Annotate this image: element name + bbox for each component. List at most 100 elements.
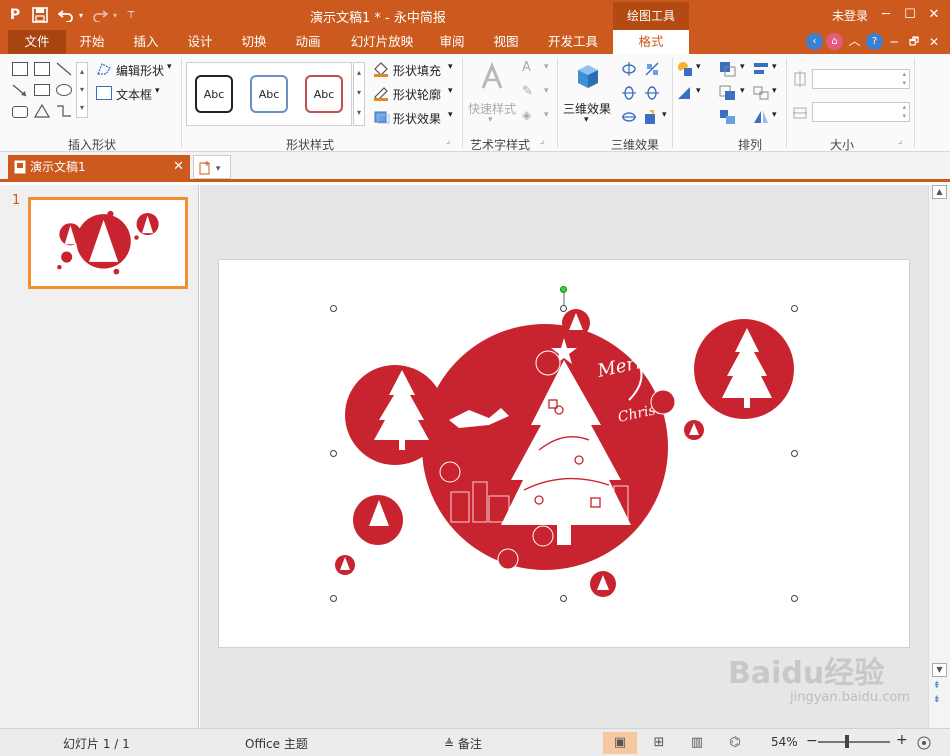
reading-view-button[interactable]: ▥ <box>680 732 714 754</box>
new-document-button[interactable]: ▾ <box>193 155 231 179</box>
scroll-up-icon[interactable]: ▲ <box>932 185 947 199</box>
doc-minimize-button[interactable]: ─ <box>884 32 904 52</box>
shape-style-scroll-icon[interactable]: ▴ ▾ ▾ <box>353 62 365 126</box>
collapse-ribbon-icon[interactable]: ︿ <box>846 33 863 50</box>
redo-dropdown-icon[interactable]: ▾ <box>110 5 120 25</box>
slide-sorter-view-button[interactable]: ⊞ <box>642 732 676 754</box>
tab-transitions[interactable]: 切换 <box>234 30 274 54</box>
vertical-textbox-shape-icon[interactable] <box>34 62 50 76</box>
tab-format[interactable]: 格式 <box>613 30 689 54</box>
app-logo-icon: P <box>9 7 21 23</box>
tab-file[interactable]: 文件 <box>8 30 66 54</box>
textbox-shape-icon[interactable] <box>12 62 28 76</box>
shape-style-black[interactable]: Abc <box>195 75 233 113</box>
tab-review[interactable]: 审阅 <box>432 30 472 54</box>
resize-handle-bottom-right[interactable] <box>791 595 798 602</box>
arrow-shape-icon[interactable] <box>12 84 28 98</box>
doc-restore-button[interactable]: 🗗 <box>904 32 924 52</box>
shape-style-blue[interactable]: Abc <box>250 75 288 113</box>
rounded-rect-shape-icon[interactable] <box>12 106 28 118</box>
tilt-down-icon[interactable] <box>644 61 660 77</box>
align-icon <box>754 63 768 74</box>
home-icon[interactable]: ⌂ <box>826 33 843 50</box>
save-icon[interactable] <box>30 5 50 25</box>
tab-developer[interactable]: 开发工具 <box>540 30 606 54</box>
help-icon[interactable]: ? <box>866 33 883 50</box>
slideshow-view-button[interactable]: ⌬ <box>718 732 752 754</box>
shape-height-input[interactable]: ▴ ▾ <box>812 69 910 89</box>
shape-width-input[interactable]: ▴ ▾ <box>812 102 910 122</box>
slide-thumbnail[interactable] <box>28 197 188 289</box>
zoom-in-icon[interactable]: + <box>896 732 908 748</box>
three-d-effect-dropdown-icon: ▾ <box>584 115 589 125</box>
resize-handle-right[interactable] <box>791 450 798 457</box>
group-dropdown-icon: ▾ <box>772 86 777 96</box>
normal-view-button[interactable]: ▣ <box>603 732 637 754</box>
next-slide-icon[interactable]: ⇟ <box>933 695 941 705</box>
zoom-slider-knob[interactable] <box>845 735 849 748</box>
christmas-graphic[interactable]: Merry Christmas <box>219 260 911 649</box>
shape-gallery-scroll-icon[interactable]: ▴ ▾ ▾ <box>76 62 88 118</box>
rotation-handle[interactable] <box>560 286 567 293</box>
shape-style-gallery[interactable]: Abc Abc Abc <box>186 62 352 126</box>
selection-pane-icon[interactable] <box>719 109 737 125</box>
shape-effects-label: 形状效果 <box>393 112 442 126</box>
tab-view[interactable]: 视图 <box>486 30 526 54</box>
drawing-tools-tab[interactable]: 绘图工具 <box>613 2 689 30</box>
fit-to-window-icon[interactable] <box>916 735 932 751</box>
art-text-launcher-icon[interactable]: ⌟ <box>540 136 544 146</box>
tab-design[interactable]: 设计 <box>180 30 220 54</box>
zoom-level[interactable]: 54% <box>771 735 798 749</box>
rotate-3d-icon[interactable] <box>621 109 637 125</box>
resize-handle-top-left[interactable] <box>330 305 337 312</box>
undo-dropdown-icon[interactable]: ▾ <box>76 5 86 25</box>
shape-style-red[interactable]: Abc <box>305 75 343 113</box>
oval-shape-icon[interactable] <box>56 84 72 96</box>
resize-handle-bottom-left[interactable] <box>330 595 337 602</box>
previous-slide-icon[interactable]: ⇞ <box>933 681 941 691</box>
document-tab-close-icon[interactable]: ✕ <box>173 155 184 179</box>
vertical-scrollbar[interactable]: ▲ ▼ ⇞ ⇟ <box>928 185 950 728</box>
height-spin-icon[interactable]: ▴ ▾ <box>902 70 906 88</box>
shape-styles-launcher-icon[interactable]: ⌟ <box>446 136 450 146</box>
zoom-slider[interactable] <box>818 741 890 743</box>
minimize-button[interactable]: ─ <box>876 5 896 25</box>
document-tab[interactable]: 演示文稿1 ✕ <box>8 155 190 179</box>
tab-insert[interactable]: 插入 <box>126 30 166 54</box>
close-button[interactable]: ✕ <box>924 5 944 25</box>
resize-handle-left[interactable] <box>330 450 337 457</box>
notes-toggle[interactable]: ≜ 备注 <box>444 735 482 752</box>
slide[interactable]: Merry Christmas <box>218 259 910 648</box>
width-icon <box>793 107 807 119</box>
customize-toolbar-icon[interactable]: ⊤ <box>124 5 138 25</box>
rectangle-shape-icon[interactable] <box>34 84 50 96</box>
login-link[interactable]: 未登录 <box>832 7 868 24</box>
back-icon[interactable]: ‹ <box>806 33 823 50</box>
width-spin-icon[interactable]: ▴ ▾ <box>902 103 906 121</box>
redo-icon[interactable] <box>90 5 110 25</box>
tab-home[interactable]: 开始 <box>72 30 112 54</box>
send-backward-dropdown-icon: ▾ <box>740 86 745 96</box>
text-effects-icon: ◈ <box>522 108 532 122</box>
tilt-up-icon[interactable] <box>621 61 637 77</box>
baidu-watermark-url: jingyan.baidu.com <box>790 690 910 705</box>
line-shape-icon[interactable] <box>56 62 72 76</box>
triangle-shape-icon[interactable] <box>34 104 50 118</box>
bring-forward-icon <box>720 62 736 77</box>
undo-icon[interactable] <box>56 5 76 25</box>
tab-animations[interactable]: 动画 <box>288 30 328 54</box>
resize-handle-top[interactable] <box>560 305 567 312</box>
shape-outline-dropdown-icon: ▾ <box>448 86 453 96</box>
connector-shape-icon[interactable] <box>56 104 72 118</box>
resize-handle-bottom[interactable] <box>560 595 567 602</box>
scroll-down-icon[interactable]: ▼ <box>932 663 947 677</box>
doc-close-button[interactable]: ✕ <box>924 32 944 52</box>
shape-styles-group-label: 形状样式 <box>285 138 334 152</box>
tilt-left-icon[interactable] <box>621 85 637 101</box>
size-launcher-icon[interactable]: ⌟ <box>898 136 902 146</box>
resize-handle-top-right[interactable] <box>791 305 798 312</box>
zoom-out-icon[interactable]: − <box>806 733 818 749</box>
tab-slideshow[interactable]: 幻灯片放映 <box>342 30 422 54</box>
tilt-right-icon[interactable] <box>644 85 660 101</box>
maximize-button[interactable]: ☐ <box>900 5 920 25</box>
